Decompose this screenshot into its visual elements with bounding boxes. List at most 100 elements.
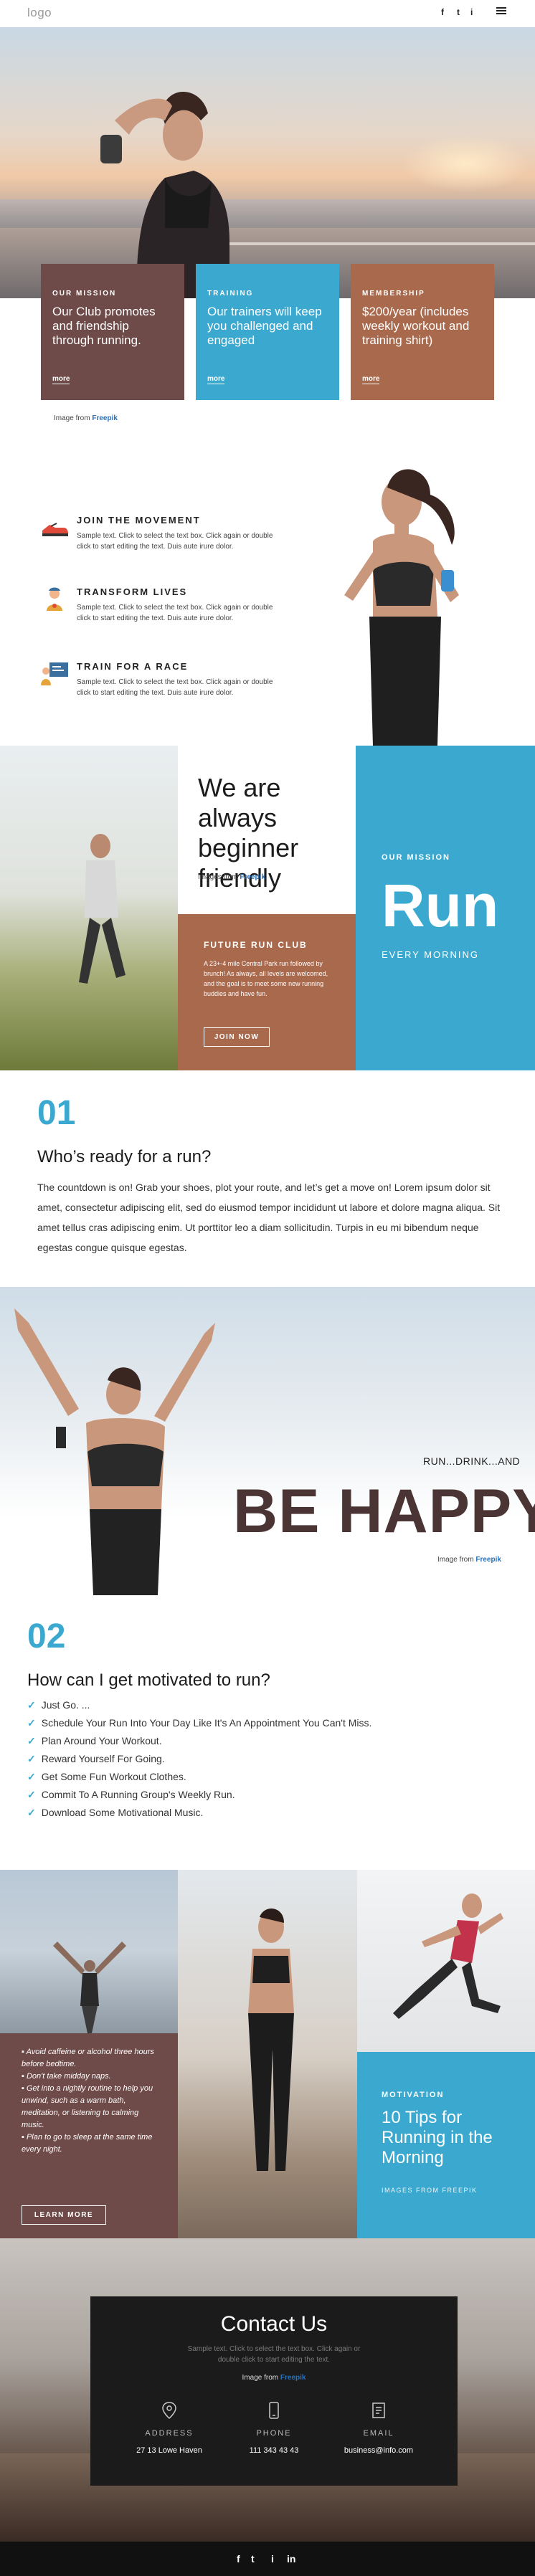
list-item: ▪ Get into a nightly routine to help you… <box>22 2084 153 2129</box>
image-caption: Images from Freepik <box>198 873 265 881</box>
freepik-link[interactable]: Freepik <box>280 2374 306 2382</box>
mission-panel: OUR MISSION Run EVERY MORNING <box>356 746 535 1070</box>
mission-label: OUR MISSION <box>382 853 450 862</box>
list-item: ✓ Schedule Your Run Into Your Day Like It… <box>27 1717 372 1729</box>
mission-big-text: Run <box>382 872 499 939</box>
image-caption: Image from Freepik <box>242 2374 306 2382</box>
card-text: $200/year (includes weekly workout and t… <box>362 305 470 347</box>
runner-stretching-figure <box>100 92 229 298</box>
section-paragraph: The countdown is on! Grab your shoes, pl… <box>37 1182 501 1253</box>
check-icon: ✓ <box>27 1789 36 1800</box>
motivation-label: MOTIVATION <box>382 2091 445 2099</box>
contact-label: ADDRESS <box>145 2429 194 2438</box>
check-icon: ✓ <box>27 1771 36 1782</box>
facebook-icon[interactable]: f <box>441 7 444 17</box>
location-pin-icon <box>162 2402 176 2420</box>
card-label: OUR MISSION <box>52 290 117 298</box>
list-item: ✓ Just Go. ... <box>27 1699 90 1711</box>
happy-small-text: RUN...DRINK...AND <box>423 1455 521 1467</box>
contact-title: Contact Us <box>220 2312 328 2336</box>
contact-value: 27 13 Lowe Haven <box>136 2446 202 2455</box>
sprinter-image <box>357 1870 535 2052</box>
feature-text: Sample text. Click to select the text bo… <box>77 532 273 551</box>
contact-label: PHONE <box>256 2429 292 2438</box>
hamburger-menu-icon[interactable] <box>496 7 506 14</box>
feature-title: JOIN THE MOVEMENT <box>77 515 201 526</box>
freepik-link[interactable]: Freepik <box>475 1556 501 1564</box>
more-link[interactable]: more <box>52 375 70 384</box>
contact-label: EMAIL <box>363 2429 394 2438</box>
contact-email: EMAIL business@info.com <box>326 2401 432 2455</box>
contact-value[interactable]: business@info.com <box>326 2446 432 2455</box>
check-icon: ✓ <box>27 1807 36 1818</box>
more-link[interactable]: more <box>207 375 225 384</box>
contact-address: ADDRESS 27 13 Lowe Haven <box>116 2401 222 2455</box>
future-run-panel: FUTURE RUN CLUB A 23+-4 mile Central Par… <box>178 914 356 1070</box>
happy-big-text: BE HAPPY! <box>233 1477 535 1546</box>
tips-list: ▪ Avoid caffeine or alcohol three hours … <box>22 2046 158 2156</box>
image-caption: Image from Freepik <box>54 414 118 422</box>
hero-image <box>0 27 535 298</box>
feature-title: TRAIN FOR A RACE <box>77 661 189 672</box>
page: logo f t i OUR MISSION Our Club promotes… <box>0 0 535 2576</box>
feature-text: Sample text. Click to select the text bo… <box>77 678 273 697</box>
contact-value[interactable]: 111 343 43 43 <box>221 2446 327 2455</box>
check-icon: ✓ <box>27 1699 36 1711</box>
list-item: ✓ Commit To A Running Group's Weekly Run. <box>27 1789 235 1800</box>
mission-subtitle: EVERY MORNING <box>382 949 480 960</box>
future-text: A 23+-4 mile Central Park run followed b… <box>204 960 328 997</box>
list-item: ✓ Get Some Fun Workout Clothes. <box>27 1771 186 1782</box>
feature-title: TRANSFORM LIVES <box>77 586 188 597</box>
twitter-icon[interactable]: t <box>457 7 460 17</box>
section-number: 01 <box>37 1094 76 1132</box>
contact-phone: PHONE 111 343 43 43 <box>221 2401 327 2455</box>
list-item: ✓ Plan Around Your Workout. <box>27 1735 162 1746</box>
linkedin-icon[interactable]: in <box>287 2553 295 2565</box>
tips-list-panel: ▪ Avoid caffeine or alcohol three hours … <box>0 2033 178 2238</box>
beginner-panel: We are always beginner friendly Images f… <box>178 746 356 914</box>
freepik-link[interactable]: Freepik <box>92 414 118 422</box>
email-icon <box>372 2402 385 2418</box>
check-icon: ✓ <box>27 1735 36 1746</box>
learn-more-button[interactable]: LEARN MORE <box>22 2205 106 2225</box>
more-link[interactable]: more <box>362 375 380 384</box>
image-caption: Image from Freepik <box>437 1556 501 1564</box>
logo[interactable]: logo <box>27 6 52 20</box>
motivation-caption: IMAGES FROM FREEPIK <box>382 2187 478 2194</box>
list-item: ▪ Plan to go to sleep at the same time e… <box>22 2133 153 2154</box>
section-heading: How can I get motivated to run? <box>27 1670 270 1690</box>
check-icon: ✓ <box>27 1717 36 1729</box>
twitter-icon[interactable]: t <box>251 2553 255 2565</box>
join-now-button[interactable]: JOIN NOW <box>204 1027 270 1047</box>
membership-card: MEMBERSHIP $200/year (includes weekly wo… <box>351 264 494 400</box>
site-footer: f t i in <box>0 2542 535 2576</box>
card-label: MEMBERSHIP <box>362 290 425 298</box>
list-item: ▪ Avoid caffeine or alcohol three hours … <box>22 2048 154 2068</box>
site-header: logo f t i <box>0 0 535 27</box>
card-label: TRAINING <box>207 290 254 298</box>
list-item: ✓ Download Some Motivational Music. <box>27 1807 204 1818</box>
mission-card: OUR MISSION Our Club promotes and friend… <box>41 264 184 400</box>
list-item: ✓ Reward Yourself For Going. <box>27 1753 165 1764</box>
phone-icon <box>269 2402 279 2419</box>
training-card: TRAINING Our trainers will keep you chal… <box>196 264 339 400</box>
instagram-icon[interactable]: i <box>470 7 473 17</box>
check-icon: ✓ <box>27 1753 36 1764</box>
trainer-board-icon <box>41 662 68 685</box>
motivation-heading: 10 Tips for Running in the Morning <box>382 2108 493 2167</box>
road-runner-image <box>178 1870 357 2238</box>
section-number: 02 <box>27 1617 66 1655</box>
freepik-link[interactable]: Freepik <box>240 873 265 881</box>
facebook-icon[interactable]: f <box>237 2553 240 2565</box>
future-title: FUTURE RUN CLUB <box>204 940 308 950</box>
card-text: Our trainers will keep you challenged an… <box>207 305 322 347</box>
feature-text: Sample text. Click to select the text bo… <box>77 604 273 622</box>
runner-woman-image <box>344 469 459 746</box>
section-heading: Who’s ready for a run? <box>37 1147 212 1166</box>
motivation-list: ✓ Just Go. ... ✓ Schedule Your Run Into Yo… <box>27 1699 515 1825</box>
running-shoe-icon <box>42 523 68 536</box>
card-text: Our Club promotes and friendship through… <box>52 305 156 347</box>
instagram-icon[interactable]: i <box>271 2553 274 2565</box>
person-medal-icon <box>47 587 62 611</box>
list-item: ▪ Don't take midday naps. <box>22 2072 111 2081</box>
